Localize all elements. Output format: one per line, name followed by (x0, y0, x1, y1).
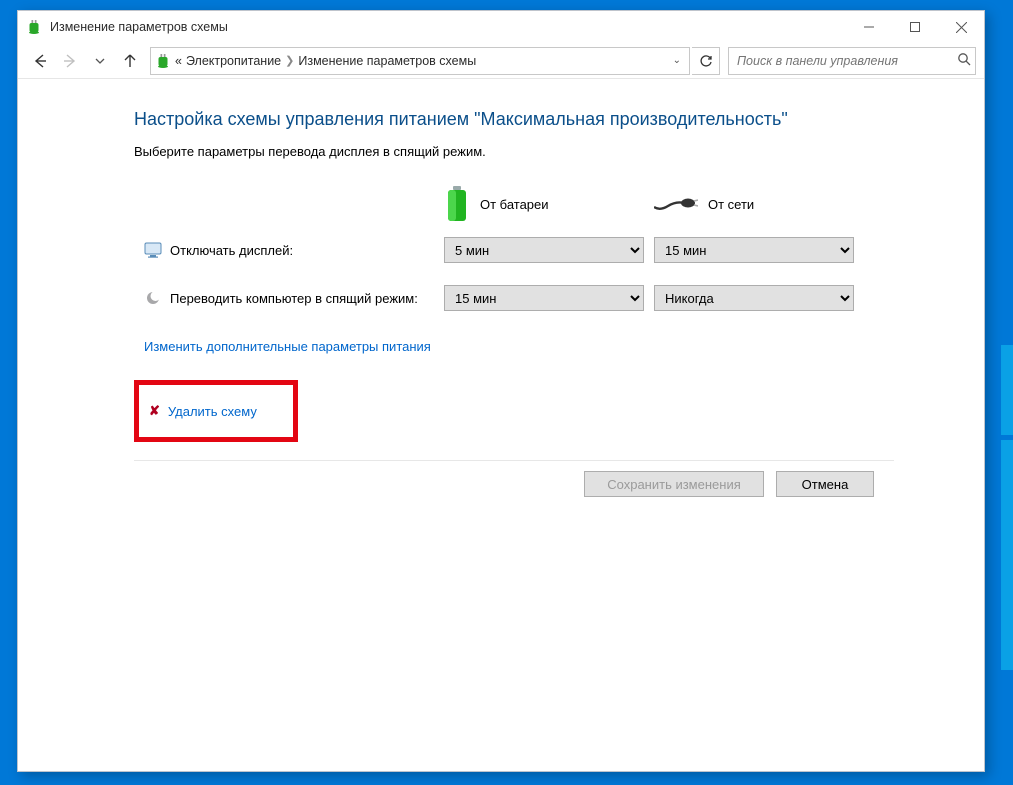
breadcrumb-item[interactable]: Электропитание (186, 54, 281, 68)
page-subtitle: Выберите параметры перевода дисплея в сп… (134, 144, 894, 159)
moon-icon (144, 289, 162, 307)
sleep-plugged-select[interactable]: Никогда (654, 285, 854, 311)
display-off-battery-select[interactable]: 5 мин (444, 237, 644, 263)
up-button[interactable] (116, 47, 144, 75)
power-plan-icon (26, 19, 42, 35)
recent-locations-button[interactable] (86, 47, 114, 75)
cancel-button[interactable]: Отмена (776, 471, 874, 497)
delete-icon: ✘ (149, 403, 160, 419)
sleep-label: Переводить компьютер в спящий режим: (144, 289, 444, 307)
forward-button[interactable] (56, 47, 84, 75)
power-plan-icon (155, 53, 171, 69)
page-heading: Настройка схемы управления питанием "Мак… (134, 109, 894, 130)
divider (134, 460, 894, 461)
minimize-button[interactable] (846, 11, 892, 43)
advanced-settings-link[interactable]: Изменить дополнительные параметры питани… (144, 339, 894, 354)
battery-icon (444, 185, 470, 223)
control-panel-window: Изменение параметров схемы (17, 10, 985, 772)
content-area: Настройка схемы управления питанием "Мак… (18, 79, 984, 771)
display-off-label: Отключать дисплей: (144, 241, 444, 259)
close-button[interactable] (938, 11, 984, 43)
save-button[interactable]: Сохранить изменения (584, 471, 764, 497)
column-header-battery: От батареи (444, 185, 654, 223)
column-header-plugged: От сети (654, 185, 864, 223)
delete-plan-link[interactable]: ✘ Удалить схему (134, 380, 298, 442)
window-title: Изменение параметров схемы (50, 20, 228, 34)
search-box[interactable] (728, 47, 976, 75)
plug-icon (654, 193, 698, 215)
back-button[interactable] (26, 47, 54, 75)
search-input[interactable] (729, 48, 957, 74)
sleep-battery-select[interactable]: 15 мин (444, 285, 644, 311)
chevron-down-icon[interactable]: ⌄ (669, 55, 685, 66)
titlebar: Изменение параметров схемы (18, 11, 984, 43)
refresh-button[interactable] (692, 47, 720, 75)
display-off-plugged-select[interactable]: 15 мин (654, 237, 854, 263)
maximize-button[interactable] (892, 11, 938, 43)
monitor-icon (144, 241, 162, 259)
breadcrumb-item[interactable]: Изменение параметров схемы (298, 54, 476, 68)
search-icon[interactable] (957, 52, 971, 69)
address-bar[interactable]: « Электропитание ❯ Изменение параметров … (150, 47, 690, 75)
chevron-right-icon[interactable]: ❯ (281, 54, 298, 67)
breadcrumb-prefix: « (175, 54, 182, 68)
navbar: « Электропитание ❯ Изменение параметров … (18, 43, 984, 79)
